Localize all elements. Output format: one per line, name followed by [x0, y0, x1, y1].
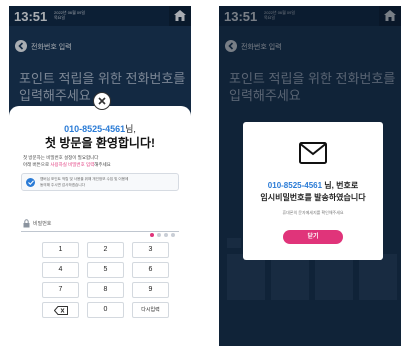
- key-3[interactable]: 3: [132, 242, 169, 258]
- sent-dialog: 010-8525-4561 님, 번호로 임시비밀번호를 발송하였습니다 휴대폰…: [243, 122, 383, 260]
- right-screen: 13:51 2022년 06월 09일목요일 전화번호 입력 포인트 적립을 위…: [219, 6, 401, 346]
- close-dialog-button[interactable]: 닫기: [283, 230, 343, 244]
- key-6[interactable]: 6: [132, 262, 169, 278]
- key-1[interactable]: 1: [42, 242, 79, 258]
- key-5[interactable]: 5: [87, 262, 124, 278]
- mail-icon: [299, 142, 327, 164]
- welcome-info: 첫 방문자는 비밀번호 설정이 필요합니다 아래 버튼으로 사용하실 비밀번호 …: [23, 155, 111, 167]
- sent-line-1: 010-8525-4561 님, 번호로: [267, 181, 359, 190]
- sent-line-2: 임시비밀번호를 발송하였습니다: [260, 193, 366, 202]
- left-screen: 13:51 2022년 06월 09일 목요일 전화번호 입력 포인트 적립을 위…: [9, 6, 191, 346]
- close-button[interactable]: [93, 92, 111, 110]
- key-8[interactable]: 8: [87, 282, 124, 298]
- reenter-key[interactable]: 다시입력: [132, 302, 169, 318]
- close-icon: [98, 97, 106, 105]
- key-9[interactable]: 9: [132, 282, 169, 298]
- backspace-icon: [53, 306, 68, 315]
- password-progress: [147, 222, 175, 241]
- password-label: 비밀번호: [33, 221, 52, 227]
- welcome-heading: 첫 방문을 환영합니다!: [44, 136, 156, 150]
- sent-subtext: 휴대폰의 문자메세지를 확인해주세요: [282, 210, 344, 215]
- password-field: 비밀번호: [21, 218, 179, 237]
- key-7[interactable]: 7: [42, 282, 79, 298]
- key-0[interactable]: 0: [87, 302, 124, 318]
- lock-icon: [23, 219, 30, 228]
- key-2[interactable]: 2: [87, 242, 124, 258]
- backspace-key[interactable]: [42, 302, 79, 318]
- consent-notice[interactable]: 멤버십 포인트 적립 및 사용을 위해 개인정보 수집 및 이용에 동의해 주시…: [21, 173, 179, 191]
- check-icon: [26, 178, 35, 187]
- consent-text: 멤버십 포인트 적립 및 사용을 위해 개인정보 수집 및 이용에 동의해 주시…: [40, 177, 129, 187]
- key-4[interactable]: 4: [42, 262, 79, 278]
